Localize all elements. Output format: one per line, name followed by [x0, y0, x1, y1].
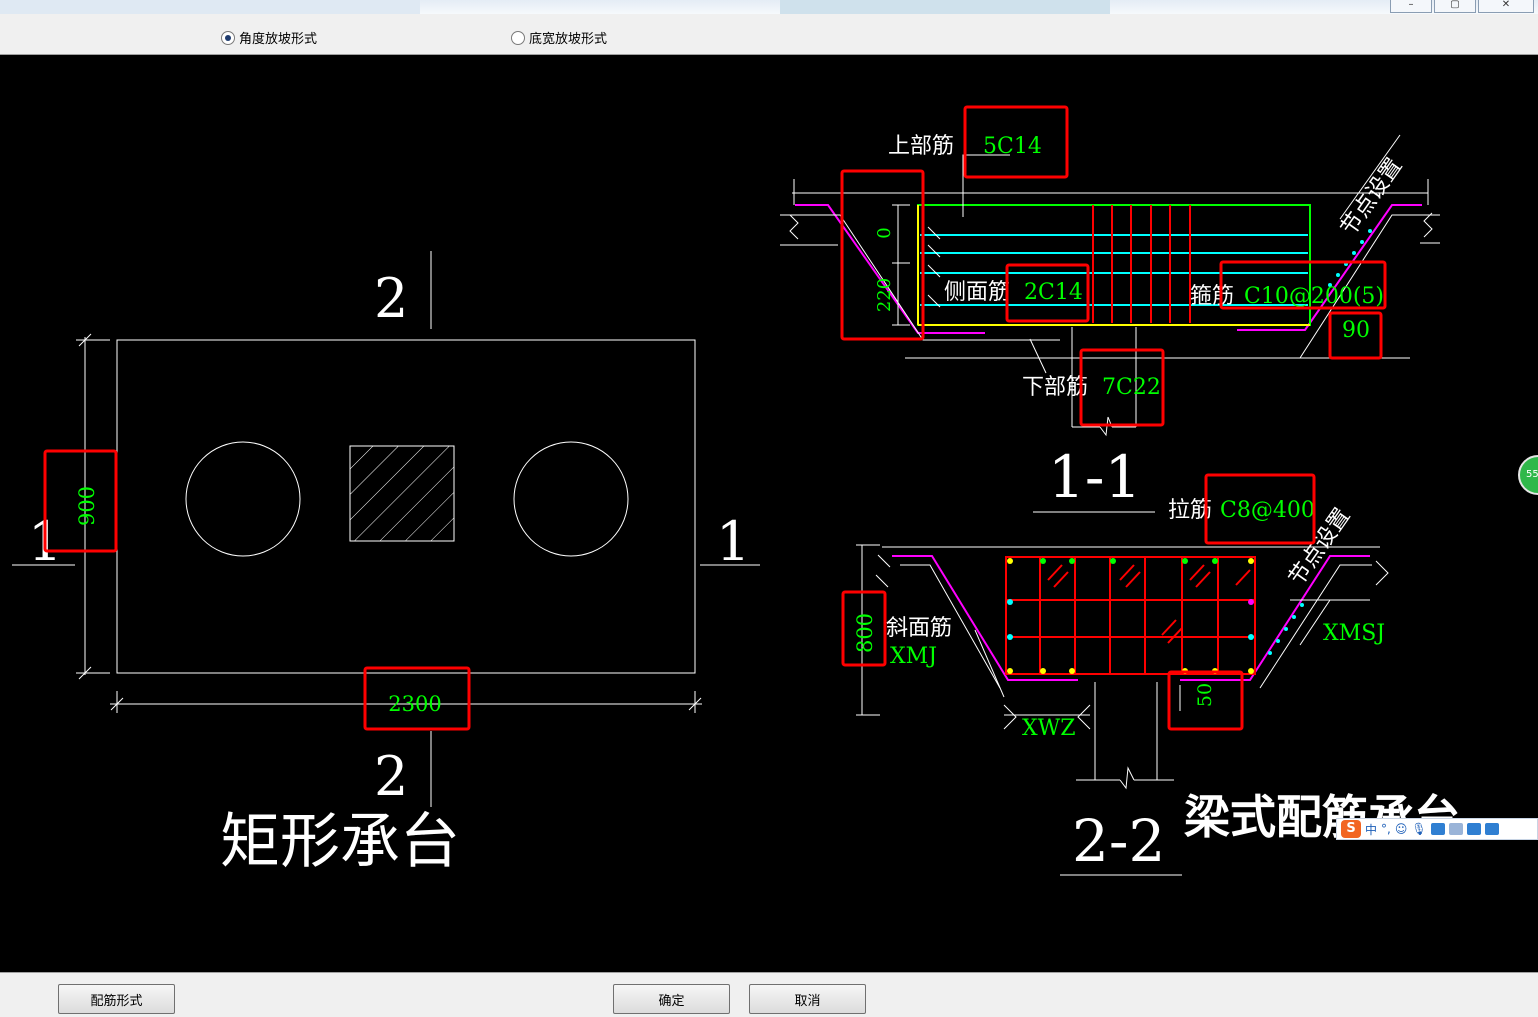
- drawing-canvas: 2 2 1 1 矩形承台 900 2300 上部筋 5C14 侧面筋 2C14 …: [0, 55, 1538, 972]
- height-dim-value[interactable]: 900: [75, 486, 99, 526]
- titlebar-blur-center: [780, 0, 1110, 14]
- ime-toolbar[interactable]: S 中 °, ☺ 🎙: [1336, 818, 1538, 840]
- plan-view: [12, 251, 760, 807]
- stirrup-value[interactable]: C10@200(5): [1244, 284, 1384, 309]
- maximize-icon[interactable]: ▢: [1434, 0, 1476, 13]
- side-bar-value[interactable]: 2C14: [1024, 280, 1083, 305]
- bottom-bar-label: 下部筋: [1022, 375, 1088, 400]
- bottom-bar-value[interactable]: 7C22: [1102, 375, 1161, 400]
- user-icon[interactable]: [1448, 823, 1463, 835]
- titlebar-blur-left: [0, 0, 420, 14]
- section-2-2-title: 2-2: [1072, 807, 1165, 875]
- tie-value[interactable]: C8@400: [1220, 498, 1315, 523]
- ime-punct[interactable]: °,: [1381, 822, 1391, 836]
- rebar-form-button[interactable]: 配筋形式: [58, 984, 175, 1014]
- dim-upper-value[interactable]: 0: [874, 227, 895, 238]
- section-1-1-labels: 上部筋 5C14 侧面筋 2C14 箍筋 C10@200(5) 下部筋 7C22…: [874, 134, 1407, 511]
- radio-angle-slope-label: 角度放坡形式: [239, 32, 318, 47]
- stirrup-label: 箍筋: [1190, 284, 1234, 309]
- cover-dim-2-2[interactable]: 50: [1194, 683, 1216, 707]
- top-bar-value[interactable]: 5C14: [983, 134, 1042, 159]
- xwz-value[interactable]: XWZ: [1022, 716, 1076, 741]
- minimize-icon[interactable]: –: [1390, 0, 1432, 13]
- keyboard-icon[interactable]: [1430, 823, 1445, 835]
- dim-box-1-1[interactable]: [840, 169, 925, 341]
- sogou-logo-icon[interactable]: S: [1341, 820, 1361, 838]
- ok-button[interactable]: 确定: [613, 984, 730, 1014]
- close-icon[interactable]: ✕: [1478, 0, 1534, 13]
- cancel-button[interactable]: 取消: [749, 984, 866, 1014]
- xmsj-value[interactable]: XMSJ: [1323, 621, 1385, 646]
- radio-width-slope[interactable]: 底宽放坡形式: [511, 28, 607, 47]
- skin-icon[interactable]: [1466, 823, 1481, 835]
- radio-unchecked-icon[interactable]: [511, 30, 525, 45]
- height-dim-2-2[interactable]: 800: [853, 613, 877, 653]
- ime-mode[interactable]: 中: [1365, 821, 1377, 838]
- column-hatched: [349, 445, 455, 542]
- pile-left: [185, 441, 301, 557]
- radio-checked-icon[interactable]: [221, 30, 235, 45]
- grid-icon[interactable]: [1484, 823, 1499, 835]
- section-mark-right: 1: [716, 510, 750, 573]
- section-mark-bottom: 2: [374, 745, 408, 808]
- slope-bar-label: 斜面筋: [886, 616, 952, 641]
- dim-lower-value[interactable]: 220: [874, 278, 895, 312]
- slope-form-radio-bar: 角度放坡形式 底宽放坡形式: [0, 14, 1538, 55]
- emoji-icon[interactable]: ☺: [1395, 822, 1408, 836]
- window-titlebar: – ▢ ✕: [0, 0, 1538, 14]
- plan-title: 矩形承台: [220, 807, 460, 877]
- side-bar-label: 侧面筋: [944, 280, 1010, 305]
- window-controls: – ▢ ✕: [1390, 0, 1534, 13]
- pile-right: [513, 441, 629, 557]
- section-1-1-title: 1-1: [1048, 443, 1141, 511]
- slope-bar-value[interactable]: XMJ: [890, 644, 937, 669]
- angle-value[interactable]: 90: [1342, 318, 1370, 343]
- top-bar-label: 上部筋: [888, 134, 954, 159]
- radio-width-slope-label: 底宽放坡形式: [529, 32, 608, 47]
- button-bar: 配筋形式 确定 取消: [0, 972, 1538, 1017]
- section-mark-top: 2: [374, 267, 408, 330]
- mic-icon[interactable]: 🎙: [1411, 822, 1426, 836]
- cad-drawing: 2 2 1 1 矩形承台 900 2300 上部筋 5C14 侧面筋 2C14 …: [12, 105, 1460, 877]
- width-dim-value[interactable]: 2300: [388, 692, 441, 716]
- radio-angle-slope[interactable]: 角度放坡形式: [221, 28, 317, 47]
- node-label-1-1: 节点设置: [1336, 154, 1407, 240]
